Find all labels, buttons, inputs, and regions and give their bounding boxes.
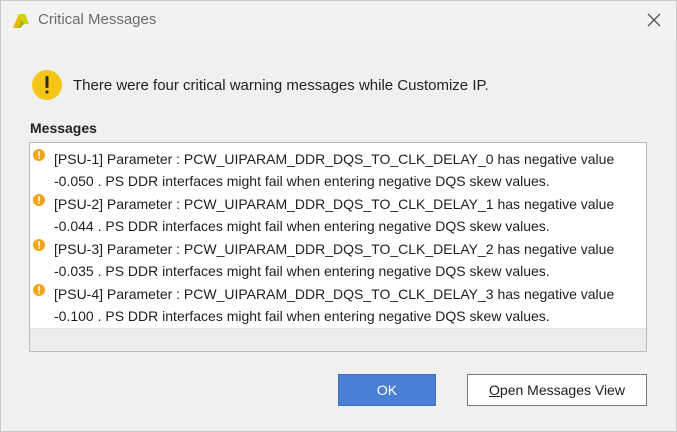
list-footer — [30, 328, 646, 351]
message-line: -0.035 . PS DDR interfaces might fail wh… — [54, 263, 550, 279]
vivado-logo-icon — [13, 14, 29, 28]
warning-icon — [32, 70, 62, 100]
list-item[interactable]: [PSU-1] Parameter : PCW_UIPARAM_DDR_DQS_… — [31, 144, 645, 189]
critical-messages-dialog: Critical Messages There were four critic… — [0, 0, 677, 432]
open-messages-view-label-rest: pen Messages View — [499, 382, 625, 398]
list-item[interactable]: [PSU-2] Parameter : PCW_UIPARAM_DDR_DQS_… — [31, 189, 645, 234]
message-line: [PSU-3] Parameter : PCW_UIPARAM_DDR_DQS_… — [54, 241, 615, 257]
mnemonic-char: O — [489, 382, 500, 398]
message-line: [PSU-1] Parameter : PCW_UIPARAM_DDR_DQS_… — [54, 151, 615, 167]
close-button[interactable] — [640, 6, 668, 34]
critical-warning-icon — [33, 149, 45, 161]
summary-text: There were four critical warning message… — [73, 77, 489, 94]
message-line: [PSU-4] Parameter : PCW_UIPARAM_DDR_DQS_… — [54, 286, 615, 302]
critical-warning-icon — [33, 284, 45, 296]
critical-warning-icon — [33, 239, 45, 251]
list-item[interactable]: [PSU-4] Parameter : PCW_UIPARAM_DDR_DQS_… — [31, 279, 645, 324]
ok-button-label: OK — [376, 382, 398, 398]
message-line: -0.050 . PS DDR interfaces might fail wh… — [54, 173, 550, 189]
message-line: -0.100 . PS DDR interfaces might fail wh… — [54, 308, 550, 324]
ok-button[interactable]: OK — [338, 374, 436, 406]
message-line: [PSU-2] Parameter : PCW_UIPARAM_DDR_DQS_… — [54, 196, 615, 212]
messages-label: Messages — [30, 120, 97, 136]
list-item[interactable]: [PSU-3] Parameter : PCW_UIPARAM_DDR_DQS_… — [31, 234, 645, 279]
open-messages-view-label: Open Messages View — [489, 382, 625, 398]
critical-warning-icon — [33, 194, 45, 206]
title-bar: Critical Messages — [1, 1, 676, 39]
close-icon — [647, 13, 661, 27]
open-messages-view-button[interactable]: Open Messages View — [467, 374, 647, 406]
window-title: Critical Messages — [38, 11, 157, 28]
messages-list[interactable]: [PSU-1] Parameter : PCW_UIPARAM_DDR_DQS_… — [29, 142, 647, 352]
message-line: -0.044 . PS DDR interfaces might fail wh… — [54, 218, 550, 234]
